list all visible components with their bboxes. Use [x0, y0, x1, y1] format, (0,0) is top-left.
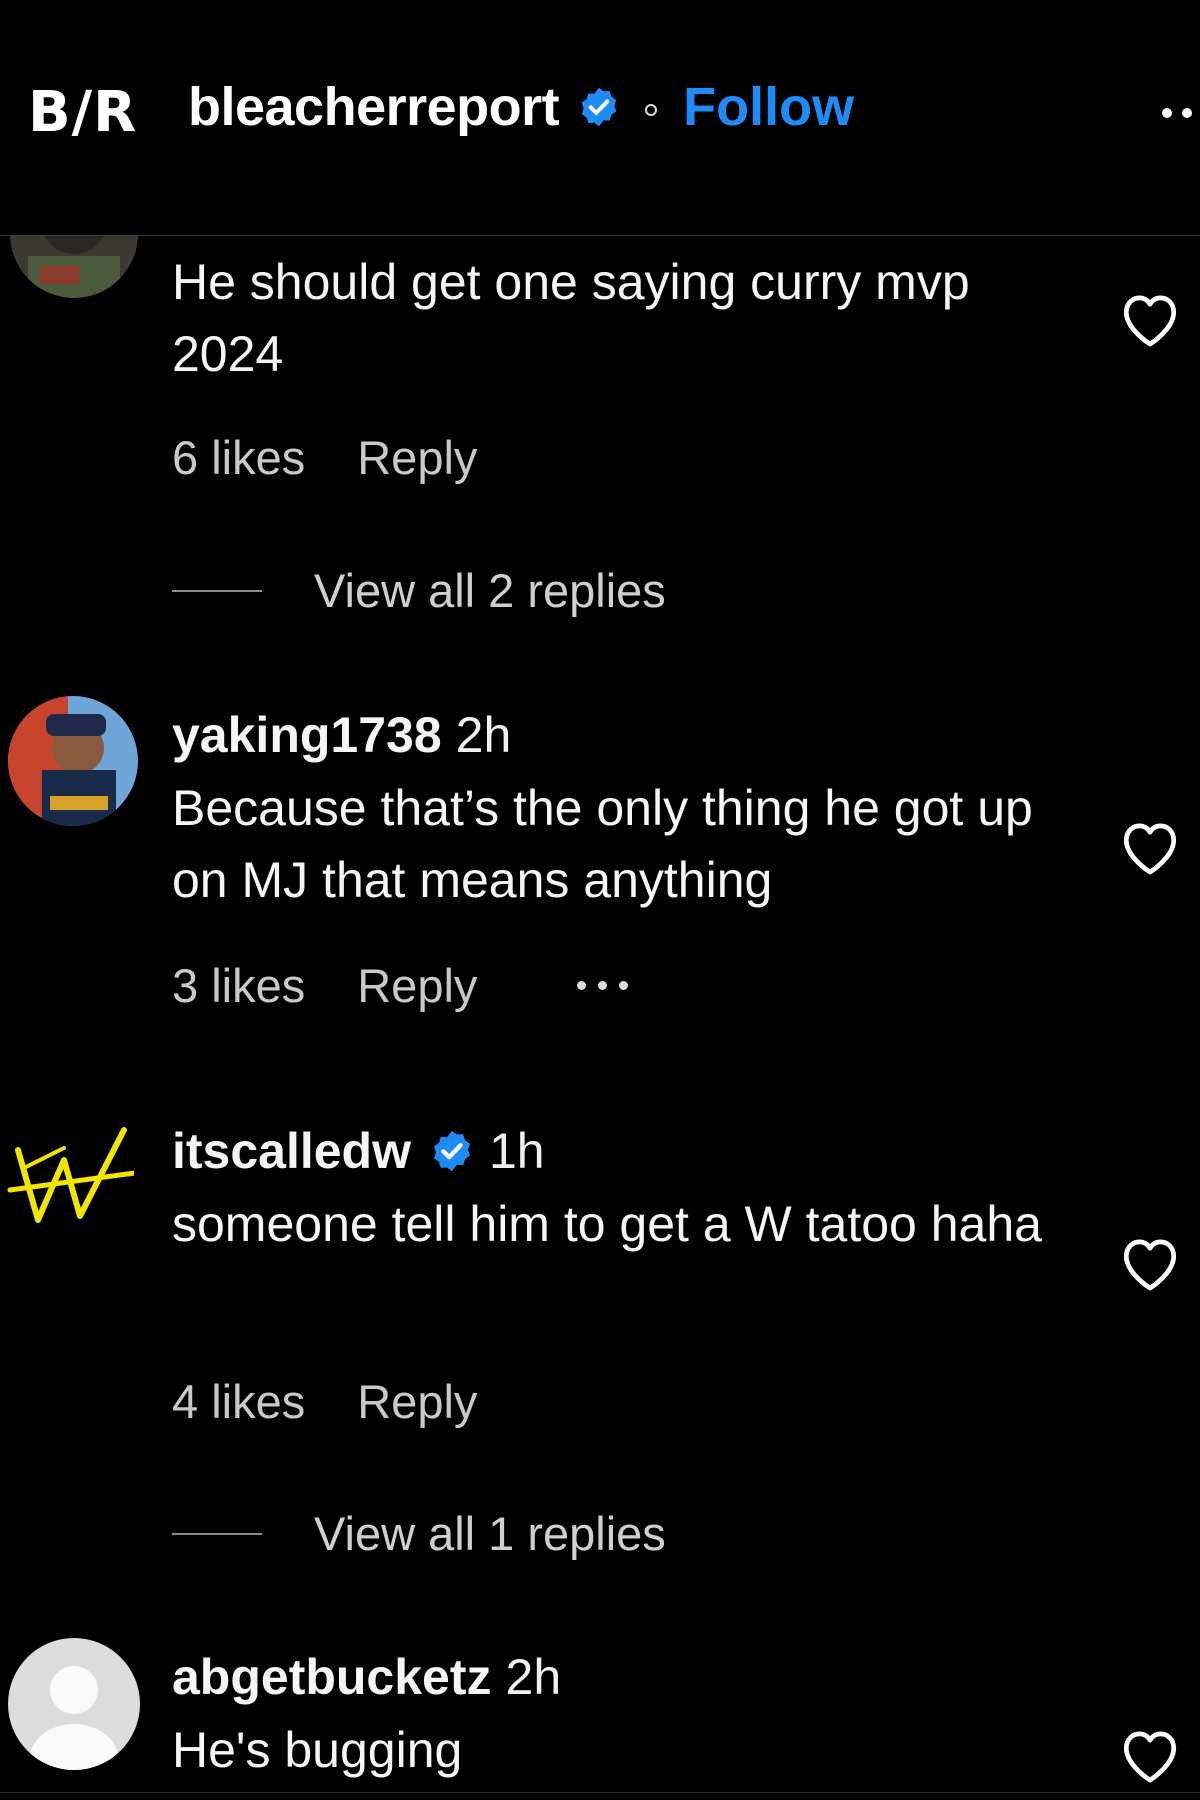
comment-header: abgetbucketz 2h: [172, 1648, 561, 1706]
reply-button[interactable]: Reply: [357, 430, 477, 485]
header-more-icon[interactable]: [1162, 108, 1192, 118]
bleacher-report-logo[interactable]: B/R: [28, 80, 137, 145]
view-replies-button[interactable]: View all 2 replies: [172, 563, 666, 618]
bottom-divider: [0, 1792, 1200, 1793]
comment-username[interactable]: itscalledw: [172, 1122, 411, 1180]
header-overlay: B/R bleacherreport Follow: [0, 0, 1200, 236]
comment-meta: 6 likes Reply: [172, 430, 477, 485]
view-replies-button[interactable]: View all 1 replies: [172, 1506, 666, 1561]
header-account-row: bleacherreport Follow: [188, 76, 854, 138]
heart-outline-icon[interactable]: [1118, 818, 1182, 876]
comment-time: 1h: [489, 1123, 545, 1179]
comment-time: 2h: [455, 707, 512, 763]
replies-divider-line: [172, 1532, 262, 1535]
comment-header: itscalledw 1h: [172, 1122, 545, 1180]
verified-badge-icon: [581, 87, 617, 127]
likes-count[interactable]: 3 likes: [172, 958, 305, 1013]
comment-text: He should get one saying curry mvp 2024: [172, 254, 970, 382]
avatar[interactable]: [4, 1120, 134, 1250]
comment-username[interactable]: abgetbucketz: [172, 1648, 492, 1706]
avatar[interactable]: [8, 696, 138, 826]
comment-time: 2h: [505, 1649, 562, 1705]
follow-button[interactable]: Follow: [683, 76, 854, 138]
avatar[interactable]: [8, 1638, 140, 1770]
likes-count[interactable]: 4 likes: [172, 1374, 305, 1429]
heart-outline-icon[interactable]: [1118, 290, 1182, 348]
account-name[interactable]: bleacherreport: [188, 76, 560, 138]
view-replies-label: View all 1 replies: [314, 1507, 666, 1560]
replies-divider-line: [172, 589, 262, 592]
view-replies-label: View all 2 replies: [314, 564, 666, 617]
comment-text: Because that’s the only thing he got up …: [172, 780, 1033, 908]
separator-dot: [645, 104, 658, 116]
likes-count[interactable]: 6 likes: [172, 430, 305, 485]
comment-username[interactable]: yaking1738: [172, 706, 442, 764]
comment-text: someone tell him to get a W tatoo haha: [172, 1196, 1042, 1252]
comment-text: He's bugging: [172, 1722, 463, 1778]
verified-badge-icon: [433, 1130, 471, 1172]
heart-outline-icon[interactable]: [1118, 1726, 1182, 1784]
heart-outline-icon[interactable]: [1118, 1234, 1182, 1292]
comment-header: yaking1738 2h: [172, 706, 511, 764]
reply-button[interactable]: Reply: [357, 1374, 477, 1429]
more-dots-icon[interactable]: [577, 981, 629, 990]
reply-button[interactable]: Reply: [357, 958, 477, 1013]
comment-meta: 3 likes Reply: [172, 958, 629, 1013]
comment-meta: 4 likes Reply: [172, 1374, 477, 1429]
